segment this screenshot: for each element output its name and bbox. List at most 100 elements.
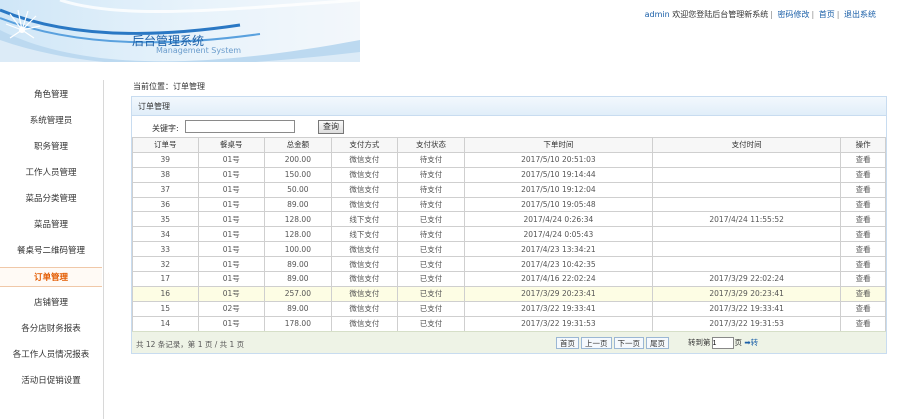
pay-status-cell: 已支付	[397, 271, 465, 287]
app-subtitle: Management System	[156, 46, 242, 55]
table-row: 35 01号 128.00 线下支付 已支付 2017/4/24 0:26:34 2017/…	[132, 211, 886, 228]
sidebar-item-orders[interactable]: 订单管理	[0, 267, 102, 287]
sidebar-item-table-qrcodes[interactable]: 餐桌号二维码管理	[0, 241, 102, 261]
table-no-cell: 01号	[197, 151, 266, 168]
sidebar-item-stores[interactable]: 店铺管理	[0, 293, 102, 313]
view-link[interactable]: 查看	[840, 315, 886, 332]
username: admin	[644, 10, 670, 19]
pagination-bar: 共 12 条记录，第 1 页 / 共 1 页 首页上一页下一页尾页 转到第 页 ➡…	[132, 331, 886, 353]
sidebar-item-roles[interactable]: 角色管理	[0, 85, 102, 105]
table-row: 33 01号 100.00 微信支付 已支付 2017/4/23 13:34:21 查看	[132, 241, 886, 258]
sidebar-item-promotions[interactable]: 活动日促销设置	[0, 371, 102, 391]
total-cell: 178.00	[264, 315, 332, 332]
go-button[interactable]: ➡转	[744, 338, 758, 347]
col-table-no: 餐桌号	[197, 137, 266, 153]
view-link[interactable]: 查看	[840, 300, 886, 317]
view-link[interactable]: 查看	[840, 211, 886, 228]
pay-method-cell: 微信支付	[330, 181, 399, 198]
header-user-links: admin 欢迎您登陆后台管理新系统 | 密码修改 | 首页 | 退出系统	[644, 10, 876, 19]
table-no-cell: 01号	[197, 256, 266, 273]
header: 后台管理系统 Management System admin 欢迎您登陆后台管理…	[0, 0, 900, 62]
record-summary: 共 12 条记录，第 1 页 / 共 1 页	[136, 340, 245, 349]
order-time-cell: 2017/4/23 13:34:21	[463, 241, 654, 258]
home-link[interactable]: 首页	[819, 10, 835, 19]
view-link[interactable]: 查看	[840, 256, 886, 273]
total-cell: 100.00	[264, 241, 332, 258]
table-row: 17 01号 89.00 微信支付 已支付 2017/4/16 22:02:24 2017/…	[132, 271, 886, 287]
col-action: 操作	[840, 137, 886, 153]
pay-method-cell: 微信支付	[330, 196, 399, 213]
total-cell: 89.00	[264, 271, 332, 287]
logout-link[interactable]: 退出系统	[844, 10, 876, 19]
total-cell: 150.00	[264, 166, 332, 183]
order-id-cell: 39	[132, 151, 199, 168]
pager: 首页 上一页 下一页 尾页	[556, 337, 671, 349]
view-link[interactable]: 查看	[840, 181, 886, 198]
pay-status-cell: 待支付	[397, 226, 465, 243]
next-page-button[interactable]: 下一页	[613, 337, 644, 349]
pay-time-cell	[652, 241, 842, 258]
view-link[interactable]: 查看	[840, 241, 886, 258]
total-cell: 89.00	[264, 196, 332, 213]
pay-method-cell: 微信支付	[330, 315, 399, 332]
table-no-cell: 01号	[197, 181, 266, 198]
order-time-cell: 2017/3/22 19:33:41	[463, 300, 654, 317]
breadcrumb: 当前位置：订单管理	[133, 82, 205, 91]
search-button[interactable]: 查询	[318, 120, 344, 134]
order-time-cell: 2017/5/10 19:05:48	[463, 196, 654, 213]
col-total: 总金额	[264, 137, 332, 153]
table-no-cell: 01号	[197, 166, 266, 183]
pay-status-cell: 待支付	[397, 151, 465, 168]
total-cell: 257.00	[264, 285, 332, 302]
table-row: 34 01号 128.00 线下支付 待支付 2017/4/24 0:05:43 查看	[132, 226, 886, 243]
table-row: 14 01号 178.00 微信支付 已支付 2017/3/22 19:31:53 2017…	[132, 315, 886, 332]
order-time-cell: 2017/4/24 0:05:43	[463, 226, 654, 243]
pay-time-cell	[652, 226, 842, 243]
table-row: 38 01号 150.00 微信支付 待支付 2017/5/10 19:14:44 查看	[132, 166, 886, 183]
sidebar-item-admins[interactable]: 系统管理员	[0, 111, 102, 131]
col-order-id: 订单号	[132, 137, 199, 153]
panel-title: 订单管理	[132, 97, 886, 116]
view-link[interactable]: 查看	[840, 196, 886, 213]
view-link[interactable]: 查看	[840, 151, 886, 168]
order-time-cell: 2017/4/23 10:42:35	[463, 256, 654, 273]
last-page-button[interactable]: 尾页	[646, 337, 669, 349]
total-cell: 89.00	[264, 300, 332, 317]
pay-status-cell: 待支付	[397, 166, 465, 183]
prev-page-button[interactable]: 上一页	[581, 337, 612, 349]
first-page-button[interactable]: 首页	[556, 337, 579, 349]
welcome-text: 欢迎您登陆后台管理新系统	[672, 10, 769, 19]
pay-method-cell: 微信支付	[330, 271, 399, 287]
sidebar-item-positions[interactable]: 职务管理	[0, 137, 102, 157]
view-link[interactable]: 查看	[840, 271, 886, 287]
view-link[interactable]: 查看	[840, 285, 886, 302]
pay-method-cell: 微信支付	[330, 241, 399, 258]
total-cell: 50.00	[264, 181, 332, 198]
order-time-cell: 2017/5/10 19:12:04	[463, 181, 654, 198]
sidebar-item-branch-reports[interactable]: 各分店财务报表	[0, 319, 102, 339]
order-id-cell: 37	[132, 181, 199, 198]
goto-page-input[interactable]	[711, 337, 734, 349]
sidebar-item-dishes[interactable]: 菜品管理	[0, 215, 102, 235]
order-id-cell: 16	[132, 285, 199, 302]
table-row: 39 01号 200.00 微信支付 待支付 2017/5/10 20:51:03 查看	[132, 151, 886, 168]
view-link[interactable]: 查看	[840, 226, 886, 243]
table-no-cell: 01号	[197, 285, 266, 302]
pay-method-cell: 微信支付	[330, 166, 399, 183]
sidebar-item-dish-categories[interactable]: 菜品分类管理	[0, 189, 102, 209]
search-input[interactable]	[185, 120, 295, 133]
pay-time-cell: 2017/3/29 22:02:24	[652, 271, 842, 287]
total-cell: 200.00	[264, 151, 332, 168]
order-time-cell: 2017/5/10 19:14:44	[463, 166, 654, 183]
view-link[interactable]: 查看	[840, 166, 886, 183]
change-password-link[interactable]: 密码修改	[778, 10, 810, 19]
sidebar-item-staff[interactable]: 工作人员管理	[0, 163, 102, 183]
pay-time-cell	[652, 256, 842, 273]
goto-prefix: 转到第	[688, 338, 711, 347]
table-no-cell: 01号	[197, 196, 266, 213]
orders-panel: 订单管理 关键字: 查询 订单号 餐桌号 总金额 支付方式 支付状态 下单时间 …	[131, 96, 887, 354]
pay-method-cell: 微信支付	[330, 256, 399, 273]
sidebar-item-staff-reports[interactable]: 各工作人员情况报表	[0, 345, 102, 365]
total-cell: 89.00	[264, 256, 332, 273]
pay-time-cell: 2017/4/24 11:55:52	[652, 211, 842, 228]
